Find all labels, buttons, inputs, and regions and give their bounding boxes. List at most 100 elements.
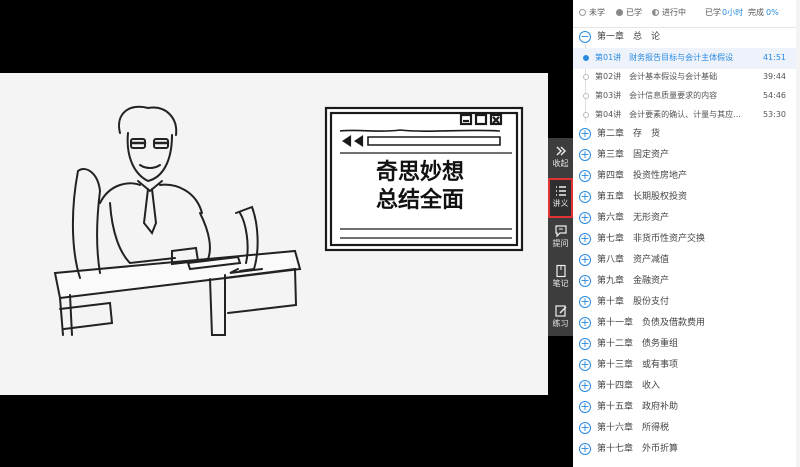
expand-plus-icon[interactable]: + [579, 422, 591, 434]
not-learned-icon [583, 93, 589, 99]
chapter-item-17[interactable]: + 第十七章 外币折算 [573, 439, 800, 460]
overlay-line-2: 总结全面 [376, 187, 464, 213]
expand-plus-icon[interactable]: + [579, 275, 591, 287]
not-learned-icon [583, 112, 589, 118]
overlay-line-1: 奇思妙想 [376, 159, 464, 185]
expand-plus-icon[interactable]: + [579, 128, 591, 140]
exercise-label: 练习 [552, 319, 569, 328]
legend-not-learned: 未学 [589, 8, 605, 17]
chapter-item-16[interactable]: + 第十六章 所得税 [573, 418, 800, 439]
lesson-item[interactable]: 第03讲 会计信息质量要求的内容 54:46 [573, 86, 800, 107]
exercise-button[interactable]: 练习 [548, 298, 573, 338]
chapter-title: 第十章 股份支付 [597, 297, 670, 307]
lesson-title: 第03讲 会计信息质量要求的内容 [595, 91, 718, 100]
chapter-item-1[interactable]: − 第一章 总 论 [573, 27, 800, 48]
expand-plus-icon[interactable]: + [579, 443, 591, 455]
chapter-item-12[interactable]: + 第十二章 债务重组 [573, 334, 800, 355]
notes-button[interactable]: 笔记 [548, 258, 573, 298]
in-progress-icon [583, 55, 589, 61]
video-frame: 奇思妙想 总结全面 [0, 73, 548, 395]
chapter-title: 第七章 非货币性资产交换 [597, 234, 706, 244]
chapter-item-14[interactable]: + 第十四章 收入 [573, 376, 800, 397]
notes-label: 笔记 [552, 279, 569, 288]
lesson-title: 第04讲 会计要素的确认、计量与其应... [595, 110, 741, 119]
not-learned-icon [579, 9, 586, 16]
expand-plus-icon[interactable]: + [579, 401, 591, 413]
completion-label: 完成 [748, 8, 764, 17]
video-player[interactable]: 奇思妙想 总结全面 [0, 0, 548, 467]
chapter-title: 第一章 总 论 [597, 32, 661, 42]
exercise-icon [554, 305, 566, 317]
chapter-title: 第十一章 负债及借款费用 [597, 318, 706, 328]
lesson-duration: 39:44 [762, 72, 786, 81]
in-progress-icon [652, 9, 659, 16]
chapter-title: 第八章 资产减值 [597, 255, 670, 265]
chapter-title: 第六章 无形资产 [597, 213, 670, 223]
chapter-item-8[interactable]: + 第八章 资产减值 [573, 250, 800, 271]
chapter-item-6[interactable]: + 第六章 无形资产 [573, 208, 800, 229]
chapter-title: 第十七章 外币折算 [597, 444, 679, 454]
note-icon [555, 264, 566, 278]
expand-plus-icon[interactable]: + [579, 380, 591, 392]
chapter-title: 第二章 存 货 [597, 129, 661, 139]
chapter-title: 第十三章 或有事项 [597, 360, 679, 370]
lesson-duration: 41:51 [762, 53, 786, 62]
lesson-title: 第02讲 会计基本假设与会计基础 [595, 72, 718, 81]
expand-plus-icon[interactable]: + [579, 317, 591, 329]
question-icon [554, 225, 567, 238]
chapter-item-2[interactable]: + 第二章 存 货 [573, 124, 800, 145]
chapter-item-3[interactable]: + 第三章 固定资产 [573, 145, 800, 166]
chapter-item-5[interactable]: + 第五章 长期股权投资 [573, 187, 800, 208]
list-icon [555, 186, 566, 196]
chapter-title: 第十二章 债务重组 [597, 339, 679, 349]
chapter-item-10[interactable]: + 第十章 股份支付 [573, 292, 800, 313]
chapter-title: 第十六章 所得税 [597, 423, 670, 433]
chapter-title: 第十五章 政府补助 [597, 402, 679, 412]
chapter-item-13[interactable]: + 第十三章 或有事项 [573, 355, 800, 376]
lesson-title: 第01讲 财务报告目标与会计主体假设 [595, 53, 734, 62]
legend-in-progress: 进行中 [662, 8, 686, 17]
chapter-title: 第九章 金融资产 [597, 276, 670, 286]
expand-plus-icon[interactable]: + [579, 191, 591, 203]
chapter-panel: 未学 已学 进行中 已学 0小时 完成 0% − 第一章 总 论 第01讲 财务… [573, 0, 800, 467]
collapse-minus-icon[interactable]: − [579, 31, 591, 43]
chapter-title: 第十四章 收入 [597, 381, 661, 391]
chapter-item-11[interactable]: + 第十一章 负债及借款费用 [573, 313, 800, 334]
completion-value: 0% [766, 8, 779, 17]
question-button[interactable]: 提问 [548, 218, 573, 258]
collapse-icon [556, 146, 566, 156]
collapse-button[interactable]: 收起 [548, 138, 573, 178]
collapse-label: 收起 [552, 159, 569, 168]
progress-legend: 未学 已学 进行中 已学 0小时 完成 0% [573, 0, 800, 28]
expand-plus-icon[interactable]: + [579, 233, 591, 245]
lesson-item[interactable]: 第02讲 会计基本假设与会计基础 39:44 [573, 67, 800, 88]
learned-hours-value: 0小时 [722, 8, 744, 17]
handout-button[interactable]: 讲义 [548, 178, 573, 218]
expand-plus-icon[interactable]: + [579, 149, 591, 161]
side-toolbar: 收起 讲义 提问 笔记 练习 [548, 138, 573, 336]
expand-plus-icon[interactable]: + [579, 296, 591, 308]
lesson-item[interactable]: 第04讲 会计要素的确认、计量与其应... 53:30 [573, 105, 800, 126]
chapter-item-4[interactable]: + 第四章 投资性房地产 [573, 166, 800, 187]
chapter-title: 第五章 长期股权投资 [597, 192, 688, 202]
chapter-title: 第三章 固定资产 [597, 150, 670, 160]
expand-plus-icon[interactable]: + [579, 170, 591, 182]
lesson-duration: 54:46 [762, 91, 786, 100]
learned-hours-label: 已学 [705, 8, 721, 17]
expand-plus-icon[interactable]: + [579, 359, 591, 371]
chapter-item-15[interactable]: + 第十五章 政府补助 [573, 397, 800, 418]
lesson-duration: 53:30 [762, 110, 786, 119]
lesson-item[interactable]: 第01讲 财务报告目标与会计主体假设 41:51 [573, 48, 800, 69]
expand-plus-icon[interactable]: + [579, 338, 591, 350]
not-learned-icon [583, 74, 589, 80]
expand-plus-icon[interactable]: + [579, 254, 591, 266]
chapter-item-7[interactable]: + 第七章 非货币性资产交换 [573, 229, 800, 250]
question-label: 提问 [552, 239, 569, 248]
handout-label: 讲义 [552, 199, 569, 208]
expand-plus-icon[interactable]: + [579, 212, 591, 224]
lecture-illustration: 奇思妙想 总结全面 [53, 105, 524, 336]
panel-scrollbar[interactable] [796, 0, 800, 467]
learned-icon [616, 9, 623, 16]
chapter-title: 第四章 投资性房地产 [597, 171, 688, 181]
chapter-item-9[interactable]: + 第九章 金融资产 [573, 271, 800, 292]
